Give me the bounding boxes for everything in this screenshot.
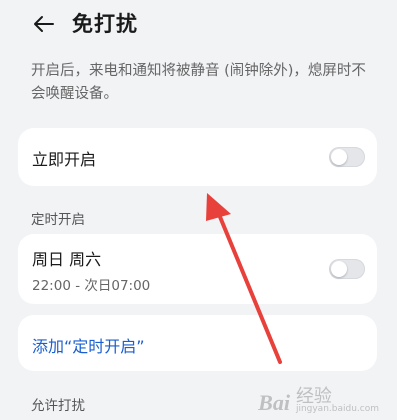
- watermark-url: jingyan.baidu.com: [295, 404, 379, 414]
- watermark: Bai 经验 jingyan.baidu.com: [258, 386, 379, 416]
- watermark-logo: Bai: [258, 390, 290, 415]
- annotation-arrow-icon: [206, 193, 282, 364]
- watermark-text: 经验: [295, 386, 332, 407]
